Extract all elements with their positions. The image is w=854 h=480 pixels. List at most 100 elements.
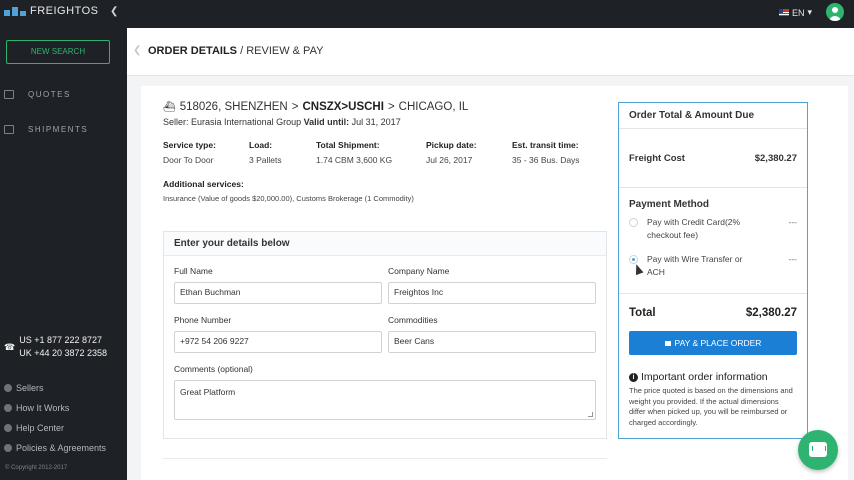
info-icon: i (629, 372, 638, 382)
footer-links: Sellers How It Works Help Center Policie… (4, 378, 106, 458)
seller-info: Seller: Eurasia International Group Vali… (163, 117, 401, 127)
new-search-button[interactable]: NEW SEARCH (6, 40, 110, 64)
phone-icon: ☎ (4, 342, 16, 352)
phone-uk: UK +44 20 3872 2358 (19, 348, 108, 358)
copyright: © Copyright 2012-2017 (5, 465, 68, 471)
phone-us: US +1 877 222 8727 (19, 335, 103, 345)
detail-service-type: Service type: Door To Door (163, 140, 216, 165)
route-destination: CHICAGO, IL (398, 101, 469, 113)
route-separator: > (291, 101, 299, 113)
language-label: EN (791, 7, 805, 18)
comments-value: Great Platform (180, 387, 236, 397)
sidebar: FREIGHTOS ❮ NEW SEARCH QUOTES SHIPMENTS … (0, 0, 127, 480)
page-subtitle: / REVIEW & PAY (237, 45, 324, 57)
full-name-input[interactable]: Ethan Buchman (174, 282, 382, 304)
sidebar-item-label: SHIPMENTS (28, 125, 89, 134)
route-summary: ⛴ 518026, SHENZHEN > CNSZX>USCHI > CHICA… (163, 101, 468, 113)
logo-icon (4, 6, 26, 16)
option-fee: --- (788, 217, 798, 227)
chat-icon (809, 442, 827, 457)
info-icon (4, 404, 12, 412)
phone-label: Phone Number (174, 315, 232, 325)
seller-label: Seller: (163, 117, 189, 127)
language-selector[interactable]: EN ▾ (778, 7, 812, 18)
support-phones: ☎ US +1 877 222 8727 UK +44 20 3872 2358 (4, 334, 107, 360)
total-label: Total (629, 307, 656, 319)
company-input[interactable]: Freightos Inc (388, 282, 596, 304)
order-total-title: Order Total & Amount Due (619, 103, 807, 129)
detail-load: Load: 3 Pallets (249, 140, 282, 165)
additional-services-label: Additional services: (163, 179, 244, 189)
phone-input[interactable]: +972 54 206 9227 (174, 331, 382, 353)
breadcrumb: ORDER DETAILS / REVIEW & PAY (148, 45, 323, 57)
full-name-label: Full Name (174, 266, 213, 276)
info-title-text: Important order information (641, 371, 768, 383)
link-label: Help Center (16, 423, 65, 433)
payment-option-wire-transfer[interactable]: Pay with Wire Transfer or ACH --- (629, 253, 797, 279)
detail-transit-time: Est. transit time: 35 - 36 Bus. Days (512, 140, 580, 165)
detail-total-shipment: Total Shipment: 1.74 CBM 3,600 KG (316, 140, 393, 165)
full-name-field: Full Name Ethan Buchman (174, 266, 382, 304)
sidebar-item-shipments[interactable]: SHIPMENTS (4, 125, 88, 134)
commodities-input[interactable]: Beer Cans (388, 331, 596, 353)
truck-icon (4, 125, 14, 134)
option-fee: --- (788, 254, 798, 264)
comments-label: Comments (optional) (174, 364, 253, 374)
freight-cost-label: Freight Cost (629, 153, 685, 164)
commodities-field: Commodities Beer Cans (388, 315, 596, 353)
comments-field: Comments (optional) Great Platform (174, 364, 596, 420)
page-header: ❮ ORDER DETAILS / REVIEW & PAY (127, 28, 854, 76)
lock-icon (664, 341, 671, 346)
resize-handle[interactable] (588, 412, 593, 417)
payment-method-title: Payment Method (629, 199, 710, 210)
comments-textarea[interactable]: Great Platform (174, 380, 596, 420)
total-value: $2,380.27 (745, 307, 797, 319)
sidebar-item-label: QUOTES (28, 90, 71, 99)
link-how-it-works[interactable]: How It Works (4, 398, 106, 418)
company-field: Company Name Freightos Inc (388, 266, 596, 304)
radio-wire-transfer[interactable] (629, 255, 638, 264)
valid-label: Valid until: (303, 117, 350, 127)
link-sellers[interactable]: Sellers (4, 378, 106, 398)
freight-cost-row: Freight Cost $2,380.27 (629, 153, 797, 164)
sidebar-item-quotes[interactable]: QUOTES (4, 90, 71, 99)
top-bar: EN ▾ (127, 0, 854, 28)
link-help-center[interactable]: Help Center (4, 418, 106, 438)
page-title: ORDER DETAILS (148, 45, 238, 57)
valid-until: Jul 31, 2017 (351, 117, 401, 127)
important-info-text: The price quoted is based on the dimensi… (629, 386, 793, 427)
freight-cost-value: $2,380.27 (754, 153, 797, 164)
back-arrow-icon[interactable]: ❮ (133, 45, 141, 56)
seller-name: Eurasia International Group (191, 117, 302, 127)
phone-field: Phone Number +972 54 206 9227 (174, 315, 382, 353)
link-policies[interactable]: Policies & Agreements (4, 438, 106, 458)
option-label: Pay with Credit Card(2% checkout fee) (647, 217, 741, 240)
route-code: CNSZX>USCHI (302, 101, 384, 113)
ship-icon: ⛴ (163, 101, 176, 113)
brand-logo[interactable]: FREIGHTOS (4, 5, 98, 17)
additional-services-value: Insurance (Value of goods $20,000.00), C… (163, 194, 414, 203)
main-panel: ⛴ 518026, SHENZHEN > CNSZX>USCHI > CHICA… (141, 86, 848, 480)
pay-place-order-button[interactable]: PAY & PLACE ORDER (629, 331, 797, 355)
link-label: Policies & Agreements (16, 443, 107, 453)
user-avatar[interactable] (826, 3, 844, 21)
radio-credit-card[interactable] (629, 218, 638, 227)
pay-button-label: PAY & PLACE ORDER (674, 338, 762, 348)
brand-name: FREIGHTOS (30, 5, 99, 17)
important-info-title: i Important order information (629, 371, 768, 383)
chat-button[interactable] (798, 430, 838, 470)
details-form: Enter your details below Full Name Ethan… (163, 231, 607, 439)
help-icon (4, 424, 12, 432)
total-row: Total $2,380.27 (629, 307, 797, 319)
payment-option-credit-card[interactable]: Pay with Credit Card(2% checkout fee) --… (629, 216, 797, 242)
link-label: Sellers (16, 383, 44, 393)
route-origin: 518026, SHENZHEN (179, 101, 288, 113)
commodities-label: Commodities (388, 315, 438, 325)
collapse-sidebar-icon[interactable]: ❮ (110, 6, 118, 17)
route-separator: > (387, 101, 395, 113)
policy-icon (4, 444, 12, 452)
form-title: Enter your details below (164, 232, 606, 256)
link-label: How It Works (16, 403, 70, 413)
us-flag-icon (778, 9, 789, 16)
order-total-card: Order Total & Amount Due Freight Cost $2… (618, 102, 808, 439)
